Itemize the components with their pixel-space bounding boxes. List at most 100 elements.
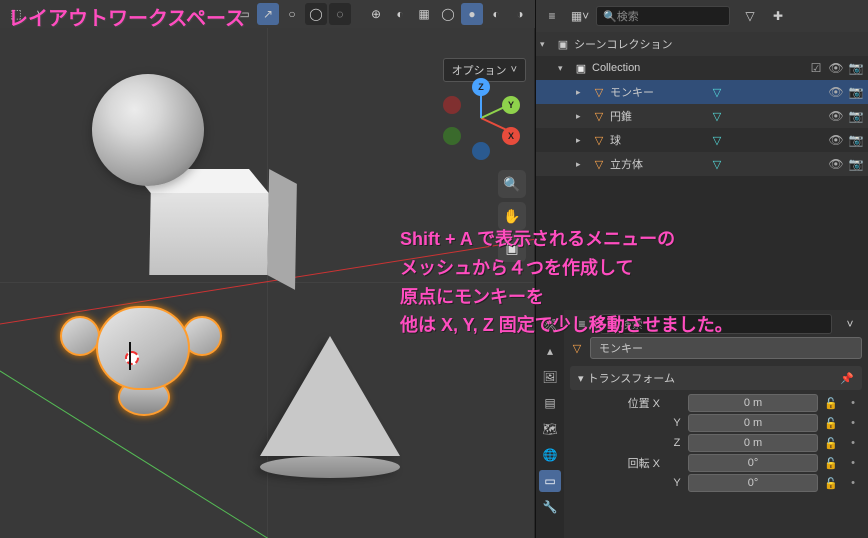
overlay-toggle-icon[interactable]: ◐	[389, 3, 411, 25]
axis-label: Z	[670, 437, 684, 449]
outliner-editor-icon[interactable]: ≡	[541, 5, 563, 27]
disclosure-icon[interactable]: ▸	[576, 87, 588, 98]
lock-icon[interactable]: 🔓	[822, 417, 840, 430]
gizmo-x[interactable]: X	[502, 127, 520, 145]
cursor-3d	[116, 342, 144, 370]
hide-eye-icon[interactable]: 👁	[828, 85, 844, 99]
tab-object-icon[interactable]: ▭	[539, 470, 561, 492]
animate-icon[interactable]: •	[844, 417, 862, 429]
filter-icon[interactable]: ▽	[739, 5, 761, 27]
disclosure-icon[interactable]: ▸	[576, 135, 588, 146]
disclosure-icon[interactable]: ▾	[540, 39, 552, 50]
mesh-cone[interactable]	[260, 336, 400, 456]
hide-eye-icon[interactable]: 👁	[828, 109, 844, 123]
hide-eye-icon[interactable]: 👁	[828, 61, 844, 75]
tab-world-icon[interactable]: 🌐	[539, 444, 561, 466]
gizmo-neg-z[interactable]	[472, 142, 490, 160]
transform-panel-header[interactable]: ▾ トランスフォーム 📌	[570, 366, 862, 390]
object-name-field[interactable]: モンキー	[590, 337, 862, 359]
number-field[interactable]: 0 m	[688, 414, 818, 432]
cursor-icon[interactable]: ↗	[257, 3, 279, 25]
tab-render-icon[interactable]: ▴	[539, 340, 561, 362]
animate-icon[interactable]: •	[844, 397, 862, 409]
proportional-icon[interactable]: ◌	[329, 3, 351, 25]
outliner-search-input[interactable]: 🔍 検索	[596, 6, 730, 26]
transform-label: トランスフォーム	[588, 370, 675, 386]
lock-icon[interactable]: 🔓	[822, 397, 840, 410]
lock-icon[interactable]: 🔓	[822, 477, 840, 490]
new-collection-icon[interactable]: ✚	[767, 5, 789, 27]
transform-row: Y0°🔓•	[570, 473, 862, 493]
transform-row: 回転 X 0° 🔓 •	[570, 453, 862, 473]
gizmo-z[interactable]: Z	[472, 78, 490, 96]
tab-output-icon[interactable]: 🖼	[539, 366, 561, 388]
mesh-data-icon: ▽	[710, 109, 724, 123]
properties-panel: 🛠 ▴ 🖼 ▤ 🗺 🌐 ▭ 🔧 ≡ 🔍 検索 ˅ ▽ モンキー ▾ トランスフォ…	[535, 310, 868, 538]
gizmo-neg-y[interactable]	[443, 127, 461, 145]
number-field[interactable]: 0 m	[688, 434, 818, 452]
object-name: モンキー	[610, 84, 706, 100]
animate-icon[interactable]: •	[844, 457, 862, 469]
scene-collection-label: シーンコレクション	[574, 36, 864, 52]
prop-options-icon[interactable]: ˅	[839, 313, 861, 335]
mesh-sphere[interactable]	[92, 74, 204, 186]
disable-render-icon[interactable]: 📷	[848, 61, 864, 75]
globe-icon[interactable]: ○	[281, 3, 303, 25]
exclude-checkbox-icon[interactable]: ☑	[808, 61, 824, 75]
collection-row[interactable]: ▾ ▣ Collection ☑ 👁 📷	[536, 56, 868, 80]
hide-eye-icon[interactable]: 👁	[828, 133, 844, 147]
outliner-object-row[interactable]: ▸▽円錐▽👁📷	[536, 104, 868, 128]
disable-render-icon[interactable]: 📷	[848, 157, 864, 171]
mesh-cube[interactable]	[149, 193, 268, 275]
disclosure-icon[interactable]: ▸	[576, 111, 588, 122]
animate-icon[interactable]: •	[844, 437, 862, 449]
axis-label: Y	[670, 417, 684, 429]
pin-icon[interactable]: 📌	[840, 372, 854, 385]
object-icon: ▽	[570, 341, 584, 355]
tab-scene-icon[interactable]: 🗺	[539, 418, 561, 440]
mesh-icon: ▽	[592, 109, 606, 123]
transform-row: Z 0 m 🔓 •	[570, 433, 862, 453]
options-label: オプション	[452, 62, 507, 78]
collection-label: Collection	[592, 62, 804, 74]
solid-shade-icon[interactable]: ●	[461, 3, 483, 25]
display-mode-icon[interactable]: ▦˅	[569, 5, 591, 27]
wire-shade-icon[interactable]: ◯	[437, 3, 459, 25]
zoom-tool-icon[interactable]: 🔍	[498, 170, 526, 198]
outliner-header: ≡ ▦˅ 🔍 検索 ▽ ✚	[536, 0, 868, 32]
animate-icon[interactable]: •	[844, 477, 862, 489]
disable-render-icon[interactable]: 📷	[848, 133, 864, 147]
mesh-icon: ▽	[592, 133, 606, 147]
transform-row: 位置 X 0 m 🔓 •	[570, 393, 862, 413]
matprev-shade-icon[interactable]: ◐	[485, 3, 507, 25]
gizmo-toggle-icon[interactable]: ⊕	[365, 3, 387, 25]
row-label: 回転 X	[570, 455, 666, 471]
gizmo-neg-x[interactable]	[443, 96, 461, 114]
row-label: 位置 X	[570, 395, 666, 411]
render-shade-icon[interactable]: ◑	[509, 3, 531, 25]
number-field[interactable]: 0°	[688, 474, 818, 492]
outliner-object-row[interactable]: ▸▽モンキー▽👁📷	[536, 80, 868, 104]
gizmo-y[interactable]: Y	[502, 96, 520, 114]
mesh-icon: ▽	[592, 157, 606, 171]
disable-render-icon[interactable]: 📷	[848, 85, 864, 99]
hide-eye-icon[interactable]: 👁	[828, 157, 844, 171]
chevron-down-icon: ˅	[511, 64, 517, 76]
scene-collection-row[interactable]: ▾ ▣ シーンコレクション	[536, 32, 868, 56]
collection-icon: ▣	[574, 61, 588, 75]
outliner-object-row[interactable]: ▸▽立方体▽👁📷	[536, 152, 868, 176]
tab-viewlayer-icon[interactable]: ▤	[539, 392, 561, 414]
navigation-gizmo[interactable]: X Y Z	[446, 82, 516, 152]
number-field[interactable]: 0 m	[688, 394, 818, 412]
lock-icon[interactable]: 🔓	[822, 437, 840, 450]
disable-render-icon[interactable]: 📷	[848, 109, 864, 123]
lock-icon[interactable]: 🔓	[822, 457, 840, 470]
outliner-object-row[interactable]: ▸▽球▽👁📷	[536, 128, 868, 152]
disclosure-icon[interactable]: ▸	[576, 159, 588, 170]
xray-icon[interactable]: ▦	[413, 3, 435, 25]
disclosure-icon[interactable]: ▾	[558, 63, 570, 74]
object-name: 球	[610, 132, 706, 148]
tab-modifier-icon[interactable]: 🔧	[539, 496, 561, 518]
snap-icon[interactable]: ◯	[305, 3, 327, 25]
number-field[interactable]: 0°	[688, 454, 818, 472]
